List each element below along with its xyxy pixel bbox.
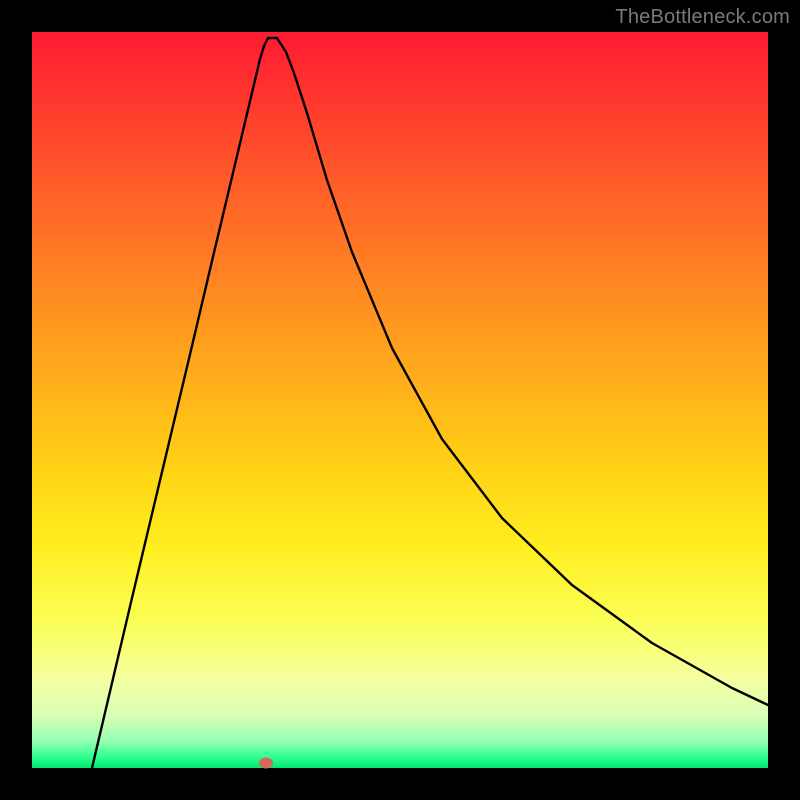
- watermark-text: TheBottleneck.com: [615, 6, 790, 29]
- plot-area: [32, 32, 768, 768]
- bottleneck-curve: [32, 32, 768, 768]
- chart-frame: TheBottleneck.com: [0, 0, 800, 800]
- minimum-marker: [259, 758, 273, 769]
